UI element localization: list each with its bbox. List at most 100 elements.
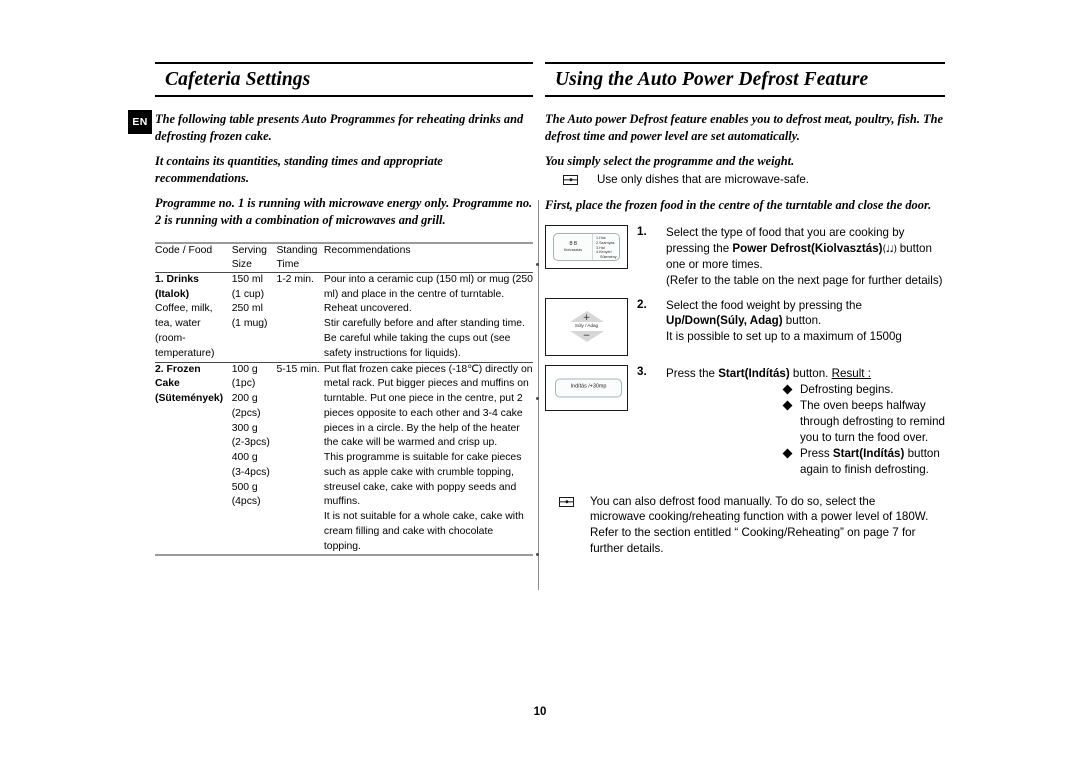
result-item-text: Defrosting begins. [800, 383, 894, 397]
cell-line: Stir carefully before and after standing… [323, 318, 525, 330]
row2-standing-time: 5-15 min. [276, 362, 323, 555]
cell-line: This programme is suitable for cake piec… [323, 452, 522, 464]
result-item: Press Start(Indítás) button again to fin… [782, 446, 945, 478]
cell-line: 500 g [231, 481, 258, 493]
result-item-text: Press Start(Indítás) button again to fin… [800, 446, 945, 478]
cell-line: Pour into a ceramic cup (150 ml) or mug … [323, 273, 533, 285]
step-1: 8 8 Kiolvasztás 1.Hús 2.Szárnyas 3.Hal 4… [545, 225, 945, 289]
microwave-safe-note-text: Use only dishes that are microwave-safe. [597, 172, 809, 186]
cell-line: metal rack. Put bigger pieces and muffin… [323, 378, 529, 390]
cell-line: 200 g [231, 393, 258, 405]
up-down-key-illustration: + Súly / Adag − [545, 297, 628, 356]
cell-line: (1 cup) [231, 288, 265, 300]
table-row: 2. Frozen Cake (Sütemények) 100 g (1pc) 200 … [155, 362, 533, 555]
left-section-heading: Cafeteria Settings [155, 62, 533, 98]
step-2-text-pre: Select the food weight by pressing the [666, 298, 862, 312]
right-column: Using the Auto Power Defrost Feature The… [545, 62, 945, 556]
col-header-serving-size-line2: Size [231, 259, 252, 271]
page-number: 10 [533, 706, 547, 718]
cell-line: cream filling and cake with chocolate [323, 525, 494, 537]
left-lead-2: It contains its quantities, standing tim… [155, 154, 443, 185]
row2-recommendations: Put flat frozen cake pieces (-18℃) direc… [324, 362, 533, 555]
cell-line: Reheat uncovered. [323, 303, 412, 315]
table-bottom-rule-row [155, 554, 533, 558]
col-header-standing-time-line2: Time [276, 259, 300, 271]
cell-line: 300 g [231, 422, 258, 434]
diamond-bullet-icon [782, 448, 793, 459]
cell-line: 2. Frozen [155, 363, 201, 375]
right-section-heading: Using the Auto Power Defrost Feature [545, 62, 945, 98]
start-key-illustration: Indítás /+30mp [545, 364, 628, 411]
cell-line: safety instructions for liquids). [323, 347, 461, 359]
right-lead-2: You simply select the programme and the … [545, 154, 795, 169]
col-header-recommendations: Recommendations [324, 243, 533, 272]
up-down-key-face: + Súly / Adag − [546, 299, 627, 355]
step-2-number: 2. [637, 297, 647, 311]
right-lead-1: The Auto power Defrost feature enables y… [545, 112, 943, 143]
diamond-bullet-icon [782, 400, 793, 411]
cell-line: It is not suitable for a whole cake, cak… [323, 511, 524, 523]
note-icon [563, 174, 578, 185]
cell-line: Cake [155, 378, 180, 390]
cell-line: Be careful while taking the cups out (se… [323, 332, 511, 344]
manual-defrost-note-text: You can also defrost food manually. To d… [590, 494, 929, 555]
step-3: Indítás /+30mp 3. Press the Start(Indítá… [545, 364, 945, 478]
cafeteria-settings-table: Code / Food Serving Size Standing Time R… [155, 242, 533, 558]
cell-line: 5-15 min. [276, 363, 320, 375]
step-3-text-pre: Press the [666, 366, 719, 380]
cell-line: 400 g [231, 452, 258, 464]
step-3-text-post: button. [789, 366, 829, 380]
up-arrow-icon: + [569, 311, 604, 324]
plus-sign: + [582, 313, 591, 324]
row1-recommendations: Pour into a ceramic cup (150 ml) or mug … [324, 272, 533, 362]
minus-sign: − [582, 330, 591, 341]
col-header-code-food-line1: Code / Food [155, 245, 213, 257]
step-1-body: Select the type of food that you are coo… [657, 225, 945, 289]
power-defrost-key-label: Kiolvasztás [563, 247, 583, 252]
cell-line: such as apple cake with crumble topping, [323, 466, 514, 478]
down-arrow-icon: − [569, 330, 604, 342]
step-2-text-post: button. [782, 314, 822, 328]
step-3-bold-term: Start(Indítás) [718, 366, 790, 380]
table-body: 1. Drinks (Italok) Coffee, milk, tea, water… [155, 272, 533, 558]
manual-defrost-note: You can also defrost food manually. To d… [545, 494, 945, 557]
cell-line: turntable. Put one piece in the centre, … [323, 393, 523, 405]
step-2-bold-term: Up/Down(Súly, Adag) [666, 314, 783, 328]
defrost-menu-item: Sütemény [600, 255, 617, 260]
defrost-menu-item: 3.Hal [596, 245, 605, 250]
cell-line: 1-2 min. [276, 273, 314, 285]
power-defrost-menu-list: 1.Hús 2.Szárnyas 3.Hal 4.Kenyér/ Sütemén… [593, 234, 619, 260]
cell-line: Coffee, milk, [155, 303, 213, 315]
row2-serving-size: 100 g (1pc) 200 g (2pcs) 300 g (2-3pcs) 400 g (… [232, 362, 277, 555]
table-header-row: Code / Food Serving Size Standing Time R… [155, 243, 533, 272]
table-bottom-rule [155, 554, 533, 558]
result-item: Defrosting begins. [782, 382, 945, 398]
step-1-extra: (Refer to the table on the next page for… [666, 273, 943, 287]
result-item: The oven beeps halfway through defrostin… [782, 398, 945, 446]
step-2-body: Select the food weight by pressing the U… [657, 298, 945, 346]
start-key-label: Indítás /+30mp [570, 383, 607, 390]
cell-line: (Italok) [155, 288, 190, 300]
result-item-bold: Start(Indítás) [832, 446, 905, 460]
right-lead-3: First, place the frozen food in the cent… [545, 197, 932, 212]
left-lead-3: Programme no. 1 is running with microwav… [155, 196, 533, 227]
defrost-menu-item: 2.Szárnyas [596, 240, 615, 245]
step-3-body: Press the Start(Indítás) button. Result … [657, 365, 945, 478]
result-item-pre: Press [800, 446, 833, 460]
col-header-code-food: Code / Food [155, 243, 232, 272]
left-column: Cafeteria Settings The following table p… [155, 62, 533, 558]
cell-line: (1pc) [231, 378, 256, 390]
cell-line: Put flat frozen cake pieces (-18℃) direc… [323, 363, 533, 375]
col-header-serving-size: Serving Size [232, 243, 277, 272]
result-list: Defrosting begins. The oven beeps halfwa… [782, 382, 945, 478]
column-divider [538, 200, 539, 590]
power-defrost-inline-icon: (♩♩) [882, 243, 898, 255]
cell-line: (room- [155, 332, 186, 344]
cell-line: 100 g [231, 363, 258, 375]
cell-line: (2pcs) [231, 407, 261, 419]
cell-line: muffins. [323, 496, 361, 508]
cell-line: tea, water [155, 318, 201, 330]
cell-line: (2-3pcs) [231, 437, 270, 449]
step-2: + Súly / Adag − 2. Select the food weigh… [545, 297, 945, 356]
row1-standing-time: 1-2 min. [276, 272, 323, 362]
